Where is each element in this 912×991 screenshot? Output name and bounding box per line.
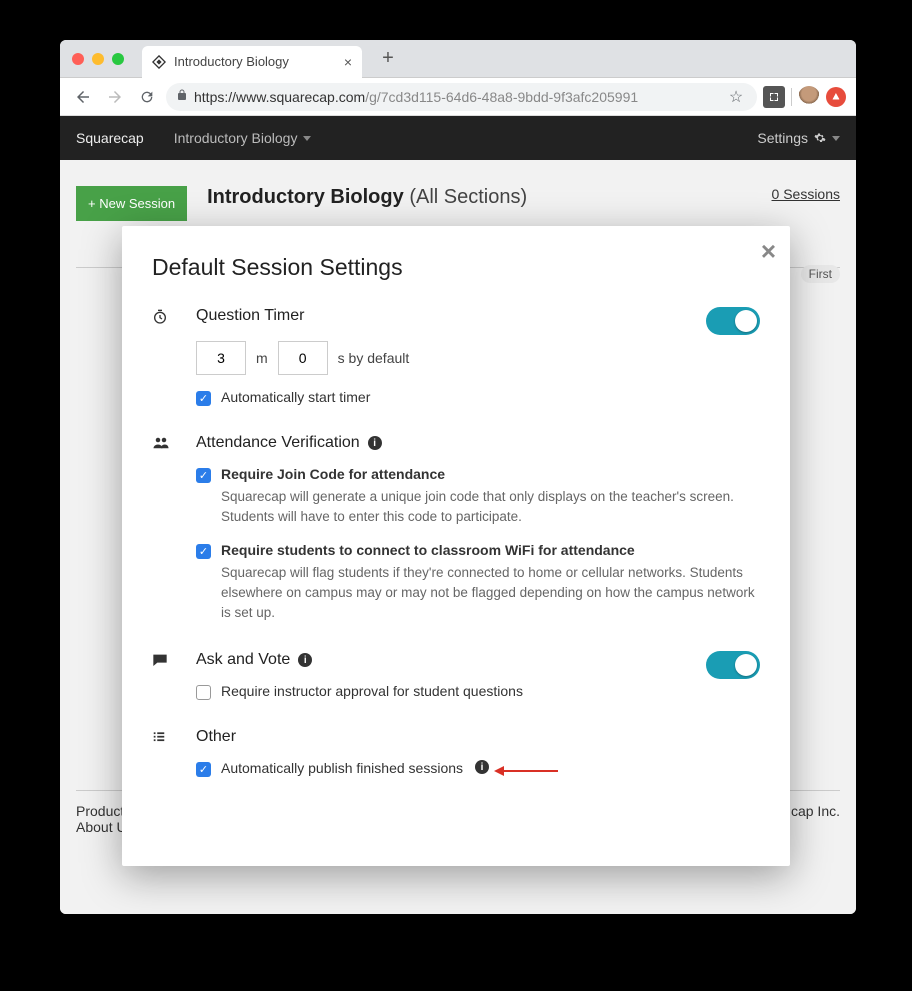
join-code-checkbox[interactable]: ✓: [196, 468, 211, 483]
chevron-down-icon: [832, 136, 840, 141]
seconds-label: s by default: [338, 350, 410, 366]
info-icon[interactable]: i: [298, 653, 312, 667]
list-icon: [152, 728, 172, 748]
timer-minutes-input[interactable]: [196, 341, 246, 375]
section-attendance: Attendance Verification i ✓ Require Join…: [152, 434, 760, 623]
timer-seconds-input[interactable]: [278, 341, 328, 375]
maximize-window-button[interactable]: [112, 53, 124, 65]
profile-avatar[interactable]: [798, 86, 820, 108]
course-dropdown[interactable]: Introductory Biology: [174, 130, 312, 146]
extension-button[interactable]: [763, 86, 785, 108]
window-controls: [72, 53, 124, 65]
wifi-label: Require students to connect to classroom…: [221, 542, 635, 558]
settings-link[interactable]: Settings: [757, 130, 840, 146]
tab-strip: Introductory Biology × +: [60, 40, 856, 78]
gear-icon: [814, 132, 826, 144]
settings-label: Settings: [757, 130, 808, 146]
tab-title: Introductory Biology: [174, 54, 336, 69]
new-tab-button[interactable]: +: [374, 45, 402, 73]
tab-close-icon[interactable]: ×: [344, 54, 352, 70]
app-header: Squarecap Introductory Biology Settings: [60, 116, 856, 160]
minutes-label: m: [256, 350, 268, 366]
sessions-count-link[interactable]: 0 Sessions: [772, 186, 840, 202]
browser-window: Introductory Biology × + https://www.squ…: [60, 40, 856, 914]
wifi-checkbox[interactable]: ✓: [196, 544, 211, 559]
section-title: Attendance Verification: [196, 434, 360, 452]
settings-modal: × Default Session Settings Question Time…: [122, 226, 790, 866]
wifi-desc: Squarecap will flag students if they're …: [221, 563, 760, 624]
instructor-approval-checkbox[interactable]: [196, 685, 211, 700]
section-title: Other: [196, 728, 236, 746]
timer-icon: [152, 307, 172, 329]
timer-toggle[interactable]: [706, 307, 760, 335]
section-ask-vote: Ask and Vote i Require instructor approv…: [152, 651, 760, 700]
auto-start-label: Automatically start timer: [221, 389, 370, 405]
chat-icon: [152, 651, 172, 671]
forward-button[interactable]: [102, 84, 128, 110]
separator: [791, 88, 792, 106]
new-session-button[interactable]: + New Session: [76, 186, 187, 221]
section-question-timer: Question Timer m s by default ✓ Automati…: [152, 307, 760, 406]
people-icon: [152, 434, 172, 454]
url-text: https://www.squarecap.com/g/7cd3d115-64d…: [194, 89, 719, 105]
section-other: Other ✓ Automatically publish finished s…: [152, 728, 760, 777]
toolbar: https://www.squarecap.com/g/7cd3d115-64d…: [60, 78, 856, 116]
annotation-arrow: [502, 770, 558, 772]
back-button[interactable]: [70, 84, 96, 110]
chevron-down-icon: [303, 136, 311, 141]
close-icon[interactable]: ×: [761, 236, 776, 267]
autopublish-label: Automatically publish finished sessions: [221, 760, 463, 776]
autopublish-checkbox[interactable]: ✓: [196, 762, 211, 777]
page-body: + New Session Introductory Biology (All …: [60, 160, 856, 914]
lock-icon: [176, 89, 188, 104]
askvote-toggle[interactable]: [706, 651, 760, 679]
page-header: + New Session Introductory Biology (All …: [76, 186, 840, 221]
footer-copyright: cap Inc.: [791, 803, 840, 835]
address-bar[interactable]: https://www.squarecap.com/g/7cd3d115-64d…: [166, 83, 757, 111]
auto-start-checkbox[interactable]: ✓: [196, 391, 211, 406]
favicon-icon: [152, 55, 166, 69]
extension-badge[interactable]: [826, 87, 846, 107]
page-title: Introductory Biology (All Sections): [207, 186, 527, 209]
join-code-label: Require Join Code for attendance: [221, 466, 445, 482]
minimize-window-button[interactable]: [92, 53, 104, 65]
info-icon[interactable]: i: [475, 760, 489, 774]
section-title: Question Timer: [196, 307, 304, 325]
sort-chip[interactable]: First: [801, 265, 840, 283]
footer-link[interactable]: About U: [76, 819, 127, 835]
footer-link[interactable]: Product: [76, 803, 127, 819]
browser-tab[interactable]: Introductory Biology ×: [142, 46, 362, 78]
close-window-button[interactable]: [72, 53, 84, 65]
info-icon[interactable]: i: [368, 436, 382, 450]
join-code-desc: Squarecap will generate a unique join co…: [221, 487, 760, 528]
brand-label: Squarecap: [76, 130, 144, 146]
course-name: Introductory Biology: [174, 130, 298, 146]
modal-title: Default Session Settings: [152, 254, 760, 281]
section-title: Ask and Vote: [196, 651, 290, 669]
instructor-approval-label: Require instructor approval for student …: [221, 683, 523, 699]
reload-button[interactable]: [134, 84, 160, 110]
star-icon[interactable]: ☆: [725, 86, 747, 108]
